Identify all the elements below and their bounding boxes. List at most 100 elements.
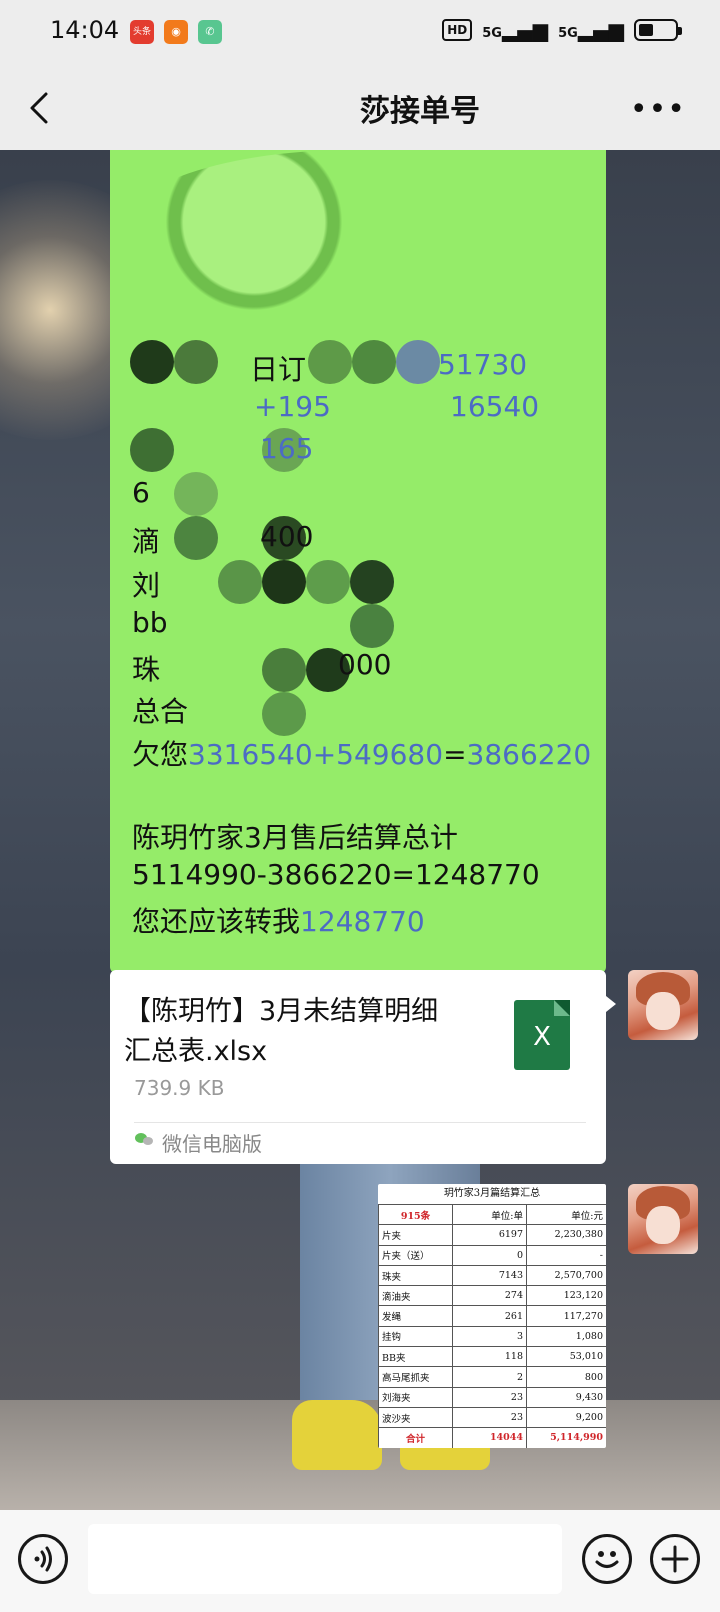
sheet-cell: 2,570,700 — [526, 1264, 606, 1287]
message-line: +195 — [254, 390, 331, 423]
privacy-dot — [174, 516, 218, 560]
sheet-cell: 9,430 — [526, 1386, 606, 1408]
sheet-cell: 123,120 — [526, 1285, 606, 1307]
more-functions-button[interactable] — [650, 1534, 700, 1584]
file-card-divider — [134, 1122, 586, 1123]
sheet-cell: 274 — [452, 1285, 527, 1307]
sheet-cell: 挂钩 — [378, 1325, 453, 1348]
sheet-row: 滴油夹 274 123,120 — [378, 1285, 606, 1307]
privacy-dot — [262, 648, 306, 692]
signal-icon-2: 5G▂▄▆ — [558, 18, 624, 42]
spreadsheet-image-message[interactable]: 玥竹家3月篇结算汇总 915条 单位:单 单位:元 片夹 6197 2,230,38… — [378, 1184, 606, 1448]
background-shoe-left — [292, 1400, 382, 1470]
sender-avatar[interactable] — [628, 1184, 698, 1254]
privacy-dot — [174, 340, 218, 384]
sheet-cell: 14044 — [452, 1427, 527, 1448]
toutiao-app-icon: 头条 — [130, 20, 154, 44]
sheet-cell: 7143 — [452, 1264, 527, 1287]
sender-avatar[interactable] — [628, 970, 698, 1040]
sheet-cell: 珠夹 — [378, 1264, 453, 1287]
hd-icon: HD — [442, 19, 473, 41]
message-text-input[interactable] — [88, 1524, 562, 1594]
sheet-cell: 波沙夹 — [378, 1406, 453, 1429]
sheet-header-cell: 915条 — [378, 1203, 453, 1226]
owe-prefix: 欠您 — [132, 738, 189, 771]
message-fragment: 000 — [338, 648, 392, 681]
message-line: 日订 — [250, 348, 306, 388]
sheet-cell: 刘海夹 — [378, 1386, 453, 1408]
privacy-dot — [262, 692, 306, 736]
owe-line: 欠您3316540+549680=3866220 — [132, 733, 591, 773]
sheet-row: 波沙夹 23 9,200 — [378, 1406, 606, 1429]
sheet-row: BB夹 118 53,010 — [378, 1346, 606, 1368]
sent-message-bubble[interactable]: 日订 51730 +195 16540 165 6 滴 刘 bb 珠 总合 40… — [110, 150, 606, 973]
status-time: 14:04 — [50, 16, 120, 44]
summary-title: 陈玥竹家3月售后结算总计 — [132, 821, 458, 854]
summary-calculation: 5114990-3866220=1248770 — [132, 858, 540, 891]
voice-input-button[interactable] — [18, 1534, 68, 1584]
message-number: +195 — [254, 390, 331, 423]
battery-icon — [634, 19, 682, 41]
sheet-cell: 6197 — [452, 1224, 527, 1246]
message-number: 51730 — [438, 348, 528, 381]
message-fragment: 刘 — [132, 569, 161, 602]
privacy-dot — [350, 604, 394, 648]
sheet-row: 高马尾抓夹 2 800 — [378, 1366, 606, 1388]
message-fragment: 珠 — [132, 653, 161, 686]
sheet-row: 片夹（送） 0- — [378, 1244, 606, 1266]
signal-icon-1: 5G▂▄▆ — [482, 18, 549, 42]
sheet-cell: 23 — [452, 1406, 527, 1429]
sheet-cell: 高马尾抓夹 — [378, 1366, 453, 1388]
phone-app-icon: ✆ — [198, 20, 222, 44]
sheet-row: 珠夹 7143 2,570,700 — [378, 1264, 606, 1287]
sheet-cell: 118 — [452, 1346, 527, 1368]
sheet-cell: - — [526, 1244, 606, 1266]
privacy-dot — [306, 560, 350, 604]
sheet-row: 发绳 261 117,270 — [378, 1305, 606, 1327]
sheet-cell: BB夹 — [378, 1346, 453, 1368]
transfer-prefix: 您还应该转我 — [132, 905, 301, 938]
chat-title: 莎接单号 — [360, 94, 480, 129]
message-fragment: 400 — [260, 520, 314, 553]
owe-expression: 3316540+549680 — [188, 738, 444, 771]
message-fragment: bb — [132, 606, 168, 639]
sheet-cell: 3 — [452, 1325, 527, 1348]
chat-area[interactable]: 日订 51730 +195 16540 165 6 滴 刘 bb 珠 总合 40… — [0, 150, 720, 1510]
signal-label-2: 5G — [558, 26, 578, 41]
sheet-cell: 800 — [526, 1366, 606, 1388]
message-fragment: 6 — [132, 476, 150, 509]
privacy-dot — [218, 560, 262, 604]
status-bar: 14:04 头条 ◉ ✆ HD 5G▂▄▆ 5G▂▄▆ — [0, 0, 720, 64]
more-options-icon[interactable]: ••• — [630, 92, 686, 127]
transfer-line: 您还应该转我1248770 — [132, 900, 425, 940]
file-size: 739.9 KB — [134, 1076, 225, 1100]
file-name: 【陈玥竹】3月未结算明细汇总表.xlsx — [124, 996, 439, 1067]
excel-file-icon: X — [514, 1000, 570, 1070]
plus-icon — [661, 1545, 689, 1573]
sheet-cell: 发绳 — [378, 1305, 453, 1327]
message-number: 16540 — [450, 390, 540, 423]
emoji-button[interactable] — [582, 1534, 632, 1584]
transfer-amount: 1248770 — [300, 905, 425, 938]
sheet-header-row: 915条 单位:单 单位:元 — [378, 1203, 606, 1226]
message-input-bar — [0, 1510, 720, 1612]
sheet-header-cell: 单位:元 — [526, 1203, 606, 1226]
message-fragment: 滴 — [132, 525, 161, 558]
sheet-cell: 滴油夹 — [378, 1285, 453, 1307]
avatar-face — [646, 992, 680, 1030]
sheet-cell: 5,114,990 — [526, 1427, 606, 1448]
chat-header: 莎接单号 ••• — [0, 64, 720, 150]
file-message-card[interactable]: 【陈玥竹】3月未结算明细汇总表.xlsx 739.9 KB X 微信电脑版 — [110, 970, 616, 1164]
message-line: 16540 — [450, 390, 539, 423]
privacy-dot — [396, 340, 440, 384]
message-line: 51730 — [438, 348, 527, 381]
avatar-face — [646, 1206, 680, 1244]
sheet-cell: 261 — [452, 1305, 527, 1327]
sheet-header-cell: 单位:单 — [452, 1203, 527, 1226]
status-right: HD 5G▂▄▆ 5G▂▄▆ — [442, 18, 682, 42]
privacy-mosaic — [110, 150, 590, 330]
voice-wave-icon — [34, 1546, 52, 1572]
privacy-dot — [130, 340, 174, 384]
sheet-row: 片夹 6197 2,230,380 — [378, 1224, 606, 1246]
sheet-row: 刘海夹 23 9,430 — [378, 1386, 606, 1408]
